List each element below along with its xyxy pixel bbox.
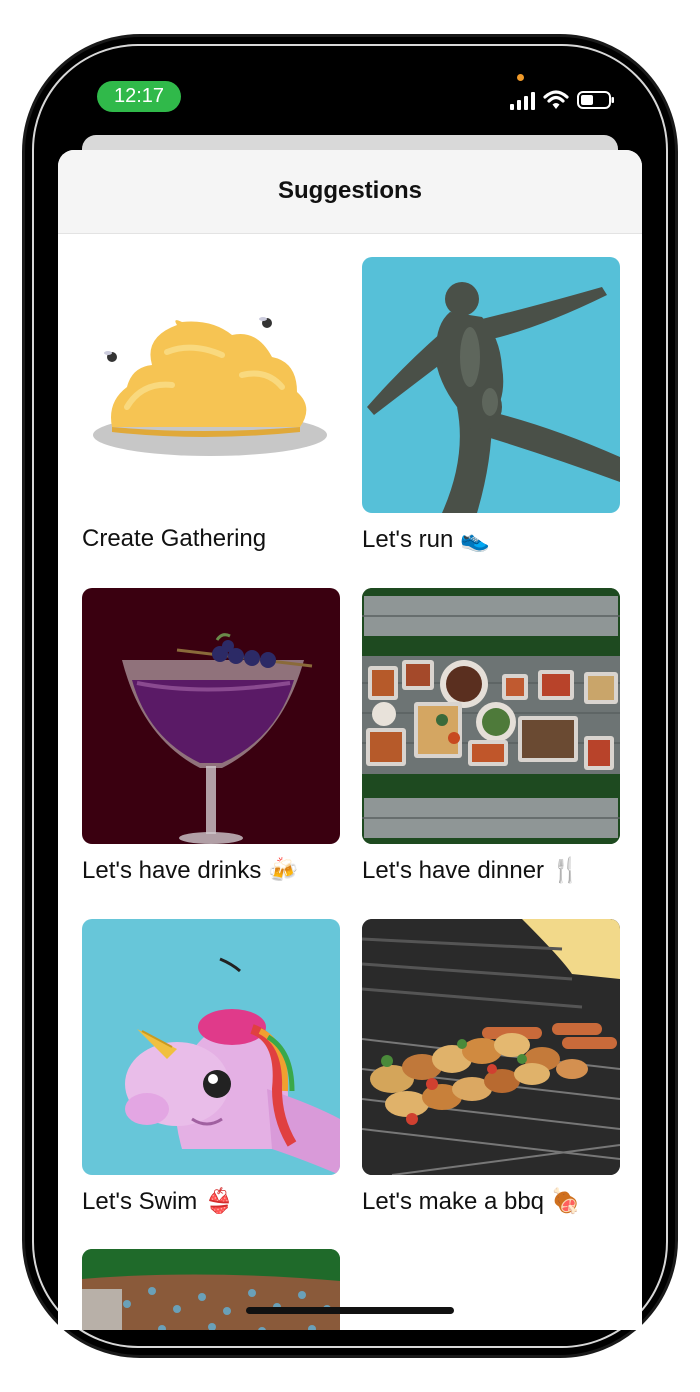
suggestion-label: Let's Swim 👙 [82, 1187, 234, 1215]
fork-knife-icon: 🍴 [550, 856, 581, 884]
home-indicator[interactable] [246, 1307, 454, 1314]
run-statue-image [362, 257, 620, 513]
suggestion-label: Let's have dinner 🍴 [362, 856, 581, 884]
beer-mugs-icon: 🍻 [268, 856, 298, 884]
sneaker-icon: 👟 [459, 525, 490, 553]
sheet-header: Suggestions [58, 150, 642, 234]
sheet-title: Suggestions [277, 177, 422, 204]
suggestions-sheet: Suggestions Create Gathering Let's run 👟… [58, 150, 642, 1330]
suggestion-label: Create Gathering [82, 525, 267, 552]
swim-unicorn-image [82, 919, 340, 1175]
privacy-indicator-dot [517, 74, 524, 81]
gathering-illustration [82, 257, 340, 513]
suggestion-label: Let's have drinks 🍻 [82, 856, 298, 884]
signal-icon [510, 92, 535, 110]
drinks-image [82, 588, 340, 844]
suggestion-label: Let's make a bbq 🍖 [362, 1187, 581, 1215]
status-time: 12:17 [97, 81, 181, 112]
suggestion-label: Let's run 👟 [362, 525, 490, 553]
wifi-icon [543, 90, 569, 109]
bbq-grill-image [362, 919, 620, 1175]
meat-on-bone-icon: 🍖 [550, 1187, 581, 1215]
partial-suggestion-image [82, 1249, 340, 1330]
bikini-icon: 👙 [203, 1187, 234, 1215]
dinner-table-image [362, 588, 620, 844]
battery-icon [577, 91, 614, 109]
